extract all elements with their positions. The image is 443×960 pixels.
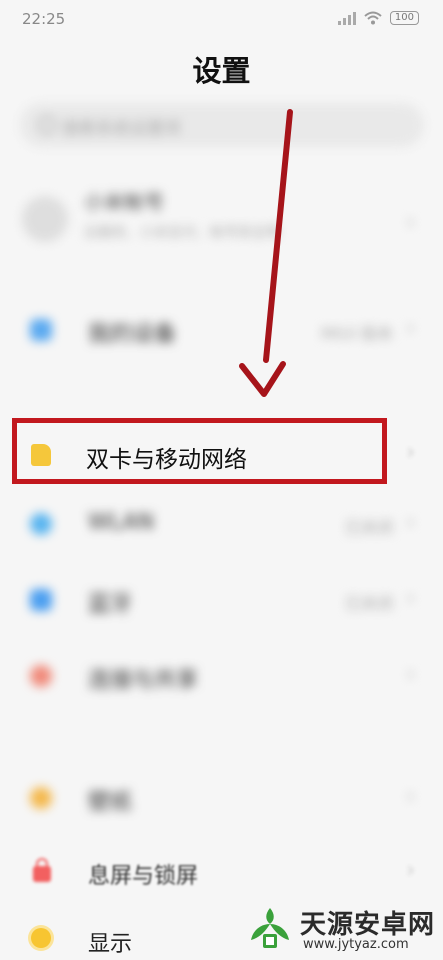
avatar: [22, 196, 68, 242]
row-wlan-value: 已关闭: [344, 518, 393, 537]
watermark: 天源安卓网 www.jytyaz.com: [245, 904, 435, 954]
status-icons: 100: [337, 11, 419, 25]
battery-icon: 100: [389, 11, 419, 25]
row-my-device[interactable]: 我的设备 MIUI 版本 ›: [0, 296, 443, 366]
page-title: 设置: [192, 54, 251, 88]
row-display-label: 显示: [88, 932, 133, 957]
chevron-right-icon: ›: [406, 316, 415, 341]
row-hotspot[interactable]: 连接与共享 ›: [0, 642, 443, 712]
account-subtitle: 云服务、小米支付、帐号安全等: [84, 225, 280, 241]
chevron-right-icon: ›: [406, 440, 415, 465]
bluetooth-icon: [30, 589, 52, 611]
row-wallpaper[interactable]: 壁纸 ›: [0, 764, 443, 834]
status-time: 22:25: [22, 10, 66, 28]
row-my-device-value: MIUI 版本: [320, 324, 393, 343]
wifi-icon: [30, 513, 52, 535]
wifi-icon: [364, 11, 382, 25]
search-icon: [38, 116, 56, 134]
chevron-right-icon: ›: [406, 510, 415, 535]
signal-icon: [337, 11, 356, 25]
sun-icon: [31, 928, 51, 948]
chevron-right-icon: ›: [406, 586, 415, 611]
row-wallpaper-label: 壁纸: [88, 790, 133, 815]
watermark-logo-icon: [251, 908, 289, 948]
search-input[interactable]: 搜索系统设置项: [20, 103, 424, 147]
row-bluetooth-label: 蓝牙: [88, 592, 133, 617]
row-bluetooth[interactable]: 蓝牙 已关闭 ›: [0, 566, 443, 636]
watermark-url: www.jytyaz.com: [303, 937, 409, 952]
row-hotspot-label: 连接与共享: [88, 668, 199, 693]
account-entry[interactable]: 小米帐号 云服务、小米支付、帐号安全等 ›: [0, 170, 443, 280]
chevron-right-icon: ›: [406, 210, 415, 235]
row-lockscreen-label: 息屏与锁屏: [88, 864, 199, 889]
search-placeholder: 搜索系统设置项: [62, 119, 181, 139]
row-bluetooth-value: 已关闭: [344, 594, 393, 613]
status-bar: 22:25 100: [0, 0, 443, 40]
account-name: 小米帐号: [84, 190, 164, 214]
highlight-box: [12, 418, 387, 484]
wallpaper-icon: [30, 787, 52, 809]
lock-icon: [33, 858, 51, 882]
row-wlan-label: WLAN: [88, 510, 155, 535]
watermark-title: 天源安卓网: [300, 910, 436, 940]
chevron-right-icon: ›: [406, 784, 415, 809]
chevron-right-icon: ›: [406, 858, 415, 883]
row-wlan[interactable]: WLAN 已关闭 ›: [0, 490, 443, 560]
row-lockscreen[interactable]: 息屏与锁屏 ›: [0, 838, 443, 908]
row-my-device-label: 我的设备: [88, 322, 177, 347]
share-icon: [30, 665, 52, 687]
chevron-right-icon: ›: [406, 662, 415, 687]
phone-icon: [30, 319, 52, 341]
